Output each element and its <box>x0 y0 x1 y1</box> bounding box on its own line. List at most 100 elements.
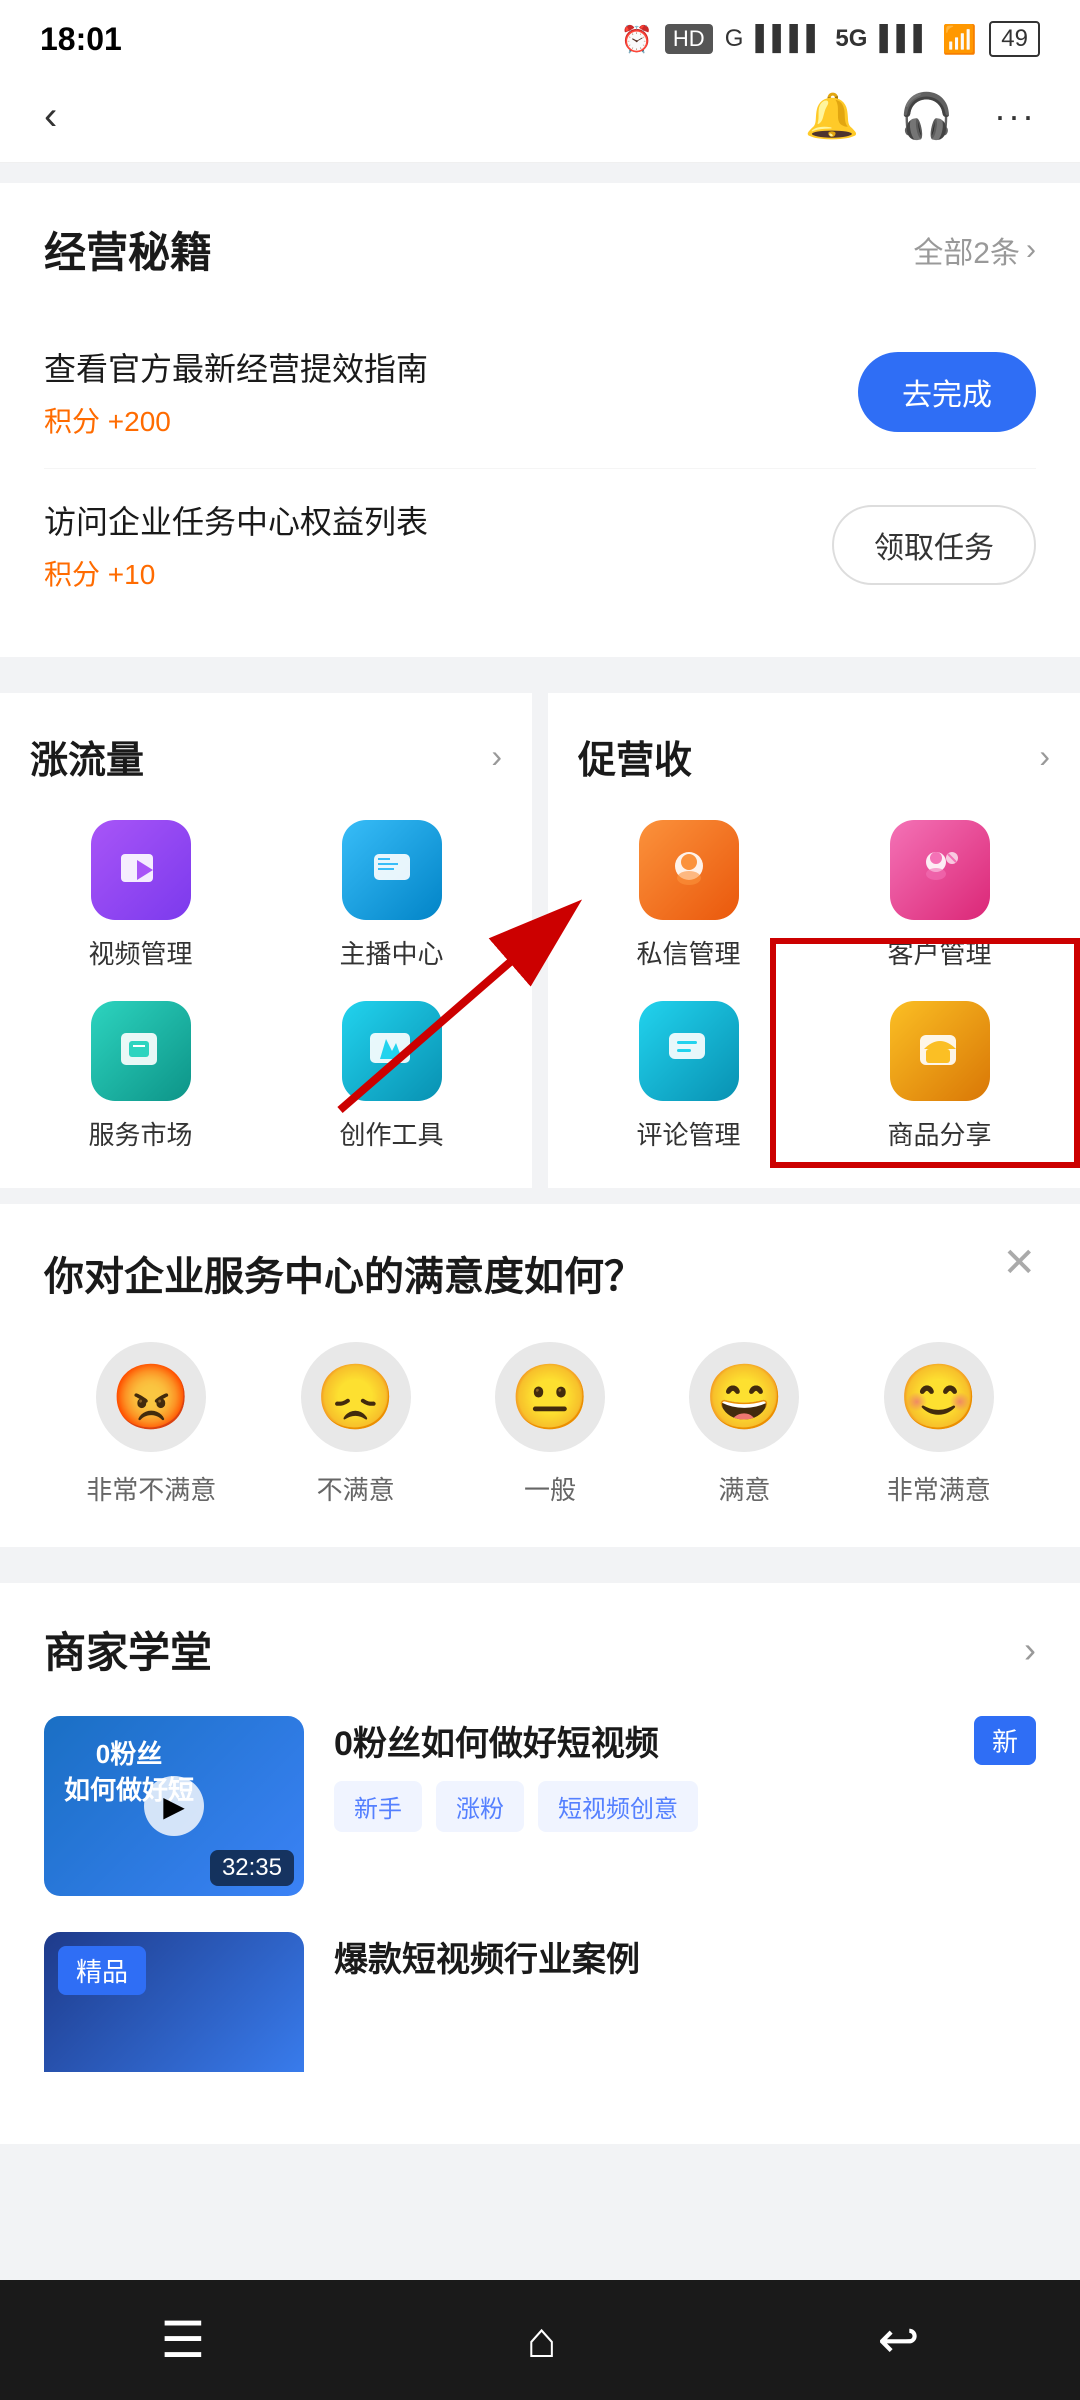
battery-icon: 49 <box>989 21 1040 57</box>
video-item-0[interactable]: 0粉丝如何做好短 ▶ 32:35 0粉丝如何做好短视频 新 新手 涨粉 短视频创… <box>44 1716 1036 1896</box>
host-center-icon <box>342 820 442 920</box>
jingying-header: 经营秘籍 全部2条 › <box>44 219 1036 280</box>
xuetang-title: 商家学堂 <box>44 1619 212 1680</box>
unsatisfied-label: 不满意 <box>317 1470 395 1507</box>
private-msg-icon <box>639 820 739 920</box>
emoji-very-unsatisfied[interactable]: 😡 非常不满意 <box>86 1342 216 1507</box>
customer-mgmt-icon <box>890 820 990 920</box>
task-info-2: 访问企业任务中心权益列表 积分 +10 <box>44 497 832 593</box>
satisfaction-close-button[interactable]: ✕ <box>1002 1240 1036 1286</box>
product-share-icon <box>890 1001 990 1101</box>
tag-0-0: 新手 <box>334 1781 422 1832</box>
signal-g-icon: G <box>725 25 744 53</box>
headset-icon[interactable]: 🎧 <box>899 90 954 142</box>
task1-complete-button[interactable]: 去完成 <box>858 352 1036 432</box>
status-bar: 18:01 ⏰ HD G ▌▌▌▌ 5G ▌▌▌ 📶 49 <box>0 0 1080 70</box>
video-thumb-0: 0粉丝如何做好短 ▶ 32:35 <box>44 1716 304 1896</box>
bottom-nav: ☰ ⌂ ↩ <box>0 2280 1080 2400</box>
nav-menu-icon[interactable]: ☰ <box>161 2311 206 2369</box>
video-play-button-0[interactable]: ▶ <box>144 1776 204 1836</box>
cuyingshou-header: 促营收 › <box>578 729 1050 784</box>
task-item-2: 访问企业任务中心权益列表 积分 +10 领取任务 <box>44 469 1036 621</box>
zhangliu-item-0[interactable]: 视频管理 <box>30 820 251 971</box>
task-item-1: 查看官方最新经营提效指南 积分 +200 去完成 <box>44 316 1036 469</box>
cuyingshou-item-3[interactable]: 商品分享 <box>829 1001 1050 1152</box>
neutral-face: 😐 <box>495 1342 605 1452</box>
jingying-title: 经营秘籍 <box>44 219 212 280</box>
zhangliu-arrow-icon[interactable]: › <box>491 738 502 775</box>
video-duration-0: 32:35 <box>210 1850 294 1886</box>
status-icons: ⏰ HD G ▌▌▌▌ 5G ▌▌▌ 📶 49 <box>621 21 1040 57</box>
grid-row: 涨流量 › 视频管理 <box>0 693 1080 1188</box>
jingying-all-link[interactable]: 全部2条 › <box>913 228 1036 272</box>
cuyingshou-title: 促营收 <box>578 729 692 784</box>
video-item-1[interactable]: 精品 爆款短视频行业案例 <box>44 1932 1036 2072</box>
task2-receive-button[interactable]: 领取任务 <box>832 505 1036 585</box>
emoji-very-satisfied[interactable]: 😊 非常满意 <box>884 1342 994 1507</box>
notification-icon[interactable]: 🔔 <box>804 90 859 142</box>
satisfied-face: 😄 <box>689 1342 799 1452</box>
satisfaction-title: 你对企业服务中心的满意度如何？ <box>44 1244 1036 1302</box>
video-thumb-1: 精品 <box>44 1932 304 2072</box>
zhangliu-title: 涨流量 <box>30 729 144 784</box>
video-info-0: 0粉丝如何做好短视频 新 新手 涨粉 短视频创意 <box>334 1716 1036 1832</box>
video-thumb-badge-1: 精品 <box>58 1946 146 1995</box>
zhangliu-item-3[interactable]: 创作工具 <box>281 1001 502 1152</box>
nav-back-icon[interactable]: ↩ <box>878 2311 920 2369</box>
emoji-unsatisfied[interactable]: 😞 不满意 <box>301 1342 411 1507</box>
product-share-label: 商品分享 <box>887 1115 991 1152</box>
creation-tools-icon <box>342 1001 442 1101</box>
neutral-label: 一般 <box>524 1470 576 1507</box>
divider-2 <box>0 1188 1080 1204</box>
satisfaction-section: ✕ 你对企业服务中心的满意度如何？ 😡 非常不满意 😞 不满意 😐 一般 😄 满… <box>0 1204 1080 1547</box>
very-satisfied-face: 😊 <box>884 1342 994 1452</box>
video-title-row-1: 爆款短视频行业案例 <box>334 1932 1036 1981</box>
tag-0-1: 涨粉 <box>436 1781 524 1832</box>
wifi-icon: 📶 <box>942 23 977 56</box>
emoji-neutral[interactable]: 😐 一般 <box>495 1342 605 1507</box>
task-points-1: 积分 +200 <box>44 400 858 440</box>
status-time: 18:01 <box>40 21 122 58</box>
chevron-right-icon: › <box>1026 233 1036 267</box>
cuyingshou-item-0[interactable]: 私信管理 <box>578 820 799 971</box>
nav-home-icon[interactable]: ⌂ <box>526 2311 556 2369</box>
very-unsatisfied-label: 非常不满意 <box>86 1470 216 1507</box>
video-title-row-0: 0粉丝如何做好短视频 新 <box>334 1716 1036 1765</box>
video-info-1: 爆款短视频行业案例 <box>334 1932 1036 1997</box>
header: ‹ 🔔 🎧 ··· <box>0 70 1080 163</box>
5g-icon: 5G <box>835 25 867 53</box>
jingying-section: 经营秘籍 全部2条 › 查看官方最新经营提效指南 积分 +200 去完成 访问企… <box>0 183 1080 657</box>
task-points-2: 积分 +10 <box>44 553 832 593</box>
back-button[interactable]: ‹ <box>44 94 57 139</box>
signal-bars-icon: ▌▌▌▌ <box>755 25 823 53</box>
zhangliu-item-1[interactable]: 主播中心 <box>281 820 502 971</box>
video-management-icon <box>91 820 191 920</box>
satisfied-label: 满意 <box>718 1470 770 1507</box>
zhangliu-item-2[interactable]: 服务市场 <box>30 1001 251 1152</box>
xuetang-section: 商家学堂 › 0粉丝如何做好短 ▶ 32:35 0粉丝如何做好短视频 新 新手 … <box>0 1583 1080 2144</box>
cuyingshou-arrow-icon[interactable]: › <box>1039 738 1050 775</box>
very-satisfied-label: 非常满意 <box>887 1470 991 1507</box>
video-title-1: 爆款短视频行业案例 <box>334 1932 1036 1981</box>
divider-1 <box>0 677 1080 693</box>
hd-icon: HD <box>665 24 713 54</box>
cuyingshou-item-2[interactable]: 评论管理 <box>578 1001 799 1152</box>
zhangliu-items: 视频管理 主播中心 <box>30 820 502 1152</box>
video-badge-0: 新 <box>974 1716 1036 1765</box>
comment-mgmt-label: 评论管理 <box>636 1115 740 1152</box>
xuetang-header: 商家学堂 › <box>44 1619 1036 1680</box>
task-info-1: 查看官方最新经营提效指南 积分 +200 <box>44 344 858 440</box>
cuyingshou-card: 促营收 › 私信管理 <box>548 693 1080 1188</box>
emoji-satisfied[interactable]: 😄 满意 <box>689 1342 799 1507</box>
signal-bars2-icon: ▌▌▌ <box>879 25 930 53</box>
more-button[interactable]: ··· <box>994 95 1036 137</box>
service-market-label: 服务市场 <box>88 1115 192 1152</box>
divider-3 <box>0 1567 1080 1583</box>
video-management-label: 视频管理 <box>88 934 192 971</box>
comment-mgmt-icon <box>639 1001 739 1101</box>
task-desc-1: 查看官方最新经营提效指南 <box>44 344 858 390</box>
cuyingshou-item-1[interactable]: 客户管理 <box>829 820 1050 971</box>
video-title-0: 0粉丝如何做好短视频 <box>334 1716 960 1765</box>
xuetang-all-link[interactable]: › <box>1024 1629 1036 1671</box>
cuyingshou-items: 私信管理 客户管理 <box>578 820 1050 1152</box>
